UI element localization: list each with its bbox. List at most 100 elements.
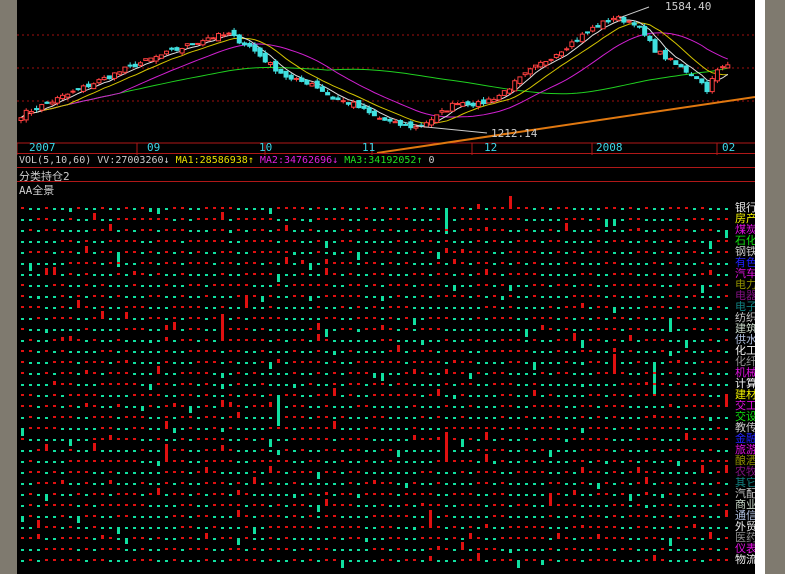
sector-label[interactable]: 供水 xyxy=(735,334,757,345)
heat-cell xyxy=(509,526,512,528)
heat-cell xyxy=(717,263,720,265)
heat-cell xyxy=(477,427,480,429)
heat-cell xyxy=(549,482,552,484)
heat-cell xyxy=(565,262,568,264)
sector-label[interactable]: 石化 xyxy=(735,235,757,246)
sector-label[interactable]: 纺织 xyxy=(735,312,757,323)
sector-label[interactable]: 物流 xyxy=(735,554,757,565)
heat-cell xyxy=(509,439,512,441)
heat-cell xyxy=(253,405,256,407)
heat-cell xyxy=(229,230,232,233)
heat-cell xyxy=(221,527,224,529)
sector-label[interactable]: 商业 xyxy=(735,499,757,510)
heat-cell xyxy=(93,472,96,474)
arrow-up-icon: ↑ xyxy=(416,155,423,166)
sector-label[interactable]: 化工 xyxy=(735,345,757,356)
sector-label[interactable]: 机械 xyxy=(735,367,757,378)
heat-cell xyxy=(541,405,544,407)
heat-cell xyxy=(29,229,32,231)
heat-cell xyxy=(445,219,448,221)
candle-body xyxy=(23,109,29,121)
heat-cell xyxy=(349,526,352,528)
heat-cell xyxy=(597,493,600,495)
heat-cell xyxy=(85,306,88,308)
heat-cell xyxy=(597,449,600,451)
heat-cell xyxy=(565,417,568,419)
sector-label[interactable]: 酿酒 xyxy=(735,455,757,466)
heat-cell xyxy=(453,526,456,528)
heat-cell xyxy=(717,482,720,484)
heat-cell xyxy=(173,296,176,298)
heat-cell xyxy=(413,273,416,275)
heat-cell xyxy=(77,537,80,539)
sector-label[interactable]: 汽车 xyxy=(735,268,757,279)
heat-cell xyxy=(317,251,320,253)
sector-label[interactable]: 外贸 xyxy=(735,521,757,532)
sector-label[interactable]: 电子 xyxy=(735,301,757,312)
heat-cell xyxy=(597,438,600,440)
sector-label[interactable]: 煤炭 xyxy=(735,224,757,235)
sector-label[interactable]: 建材 xyxy=(735,389,757,400)
sector-label[interactable]: 汽配 xyxy=(735,488,757,499)
heat-cell xyxy=(629,307,632,309)
heat-cell xyxy=(469,373,472,379)
heat-cell xyxy=(725,263,728,265)
heat-cell xyxy=(237,208,240,210)
heat-cell xyxy=(637,296,640,298)
sector-label[interactable]: 有色 xyxy=(735,257,757,268)
sector-label[interactable]: 旅游 xyxy=(735,444,757,455)
heat-cell xyxy=(197,372,200,374)
heat-cell xyxy=(221,262,224,264)
heat-cell xyxy=(557,428,560,430)
sector-label[interactable]: 农牧 xyxy=(735,466,757,477)
sector-label[interactable]: 仪表 xyxy=(735,543,757,554)
sector-label[interactable]: 电力 xyxy=(735,279,757,290)
candle xyxy=(673,60,679,65)
heat-cell xyxy=(197,493,200,495)
heat-cell xyxy=(573,460,576,462)
sector-label[interactable]: 交设 xyxy=(735,411,757,422)
candle-body xyxy=(434,114,440,123)
price-chart[interactable] xyxy=(17,0,755,155)
sector-heatmap[interactable] xyxy=(17,195,755,574)
heat-cell xyxy=(397,383,400,385)
candle-body xyxy=(444,110,450,113)
candle-body xyxy=(262,52,268,63)
heat-cell xyxy=(661,350,664,352)
sector-label[interactable]: 教传 xyxy=(735,422,757,433)
candle-body xyxy=(127,64,133,67)
sector-label[interactable]: 其它 xyxy=(735,477,757,488)
sector-label[interactable]: 交工 xyxy=(735,400,757,411)
heat-cell xyxy=(525,537,528,539)
heat-cell xyxy=(181,306,184,308)
sector-label[interactable]: 房产 xyxy=(735,213,757,224)
sector-label[interactable]: 建筑 xyxy=(735,323,757,334)
heat-cell xyxy=(517,307,520,309)
heat-cell xyxy=(485,218,488,220)
heat-cell xyxy=(165,444,168,462)
candle xyxy=(262,50,268,64)
sector-label[interactable]: 医药 xyxy=(735,532,757,543)
sector-label[interactable]: 化纤 xyxy=(735,356,757,367)
heat-cell xyxy=(605,493,608,495)
heat-cell xyxy=(237,527,240,529)
candle-body xyxy=(257,47,263,57)
sector-label[interactable]: 计算 xyxy=(735,378,757,389)
sector-label[interactable]: 电器 xyxy=(735,290,757,301)
candle xyxy=(501,90,507,96)
sector-label[interactable]: 金融 xyxy=(735,433,757,444)
window-edge xyxy=(755,0,765,574)
heat-cell xyxy=(485,524,488,528)
heat-cell xyxy=(317,240,320,242)
sector-label[interactable]: 银行 xyxy=(735,202,757,213)
sector-label[interactable]: 钢铁 xyxy=(735,246,757,257)
sector-label[interactable]: 通信 xyxy=(735,510,757,521)
heat-cell xyxy=(229,460,232,462)
heat-cell xyxy=(557,461,560,463)
heat-cell xyxy=(677,274,680,276)
heat-cell xyxy=(597,351,600,353)
heat-cell xyxy=(245,262,248,264)
heat-cell xyxy=(277,384,280,386)
heat-cell xyxy=(661,482,664,484)
heat-cell xyxy=(109,480,112,484)
